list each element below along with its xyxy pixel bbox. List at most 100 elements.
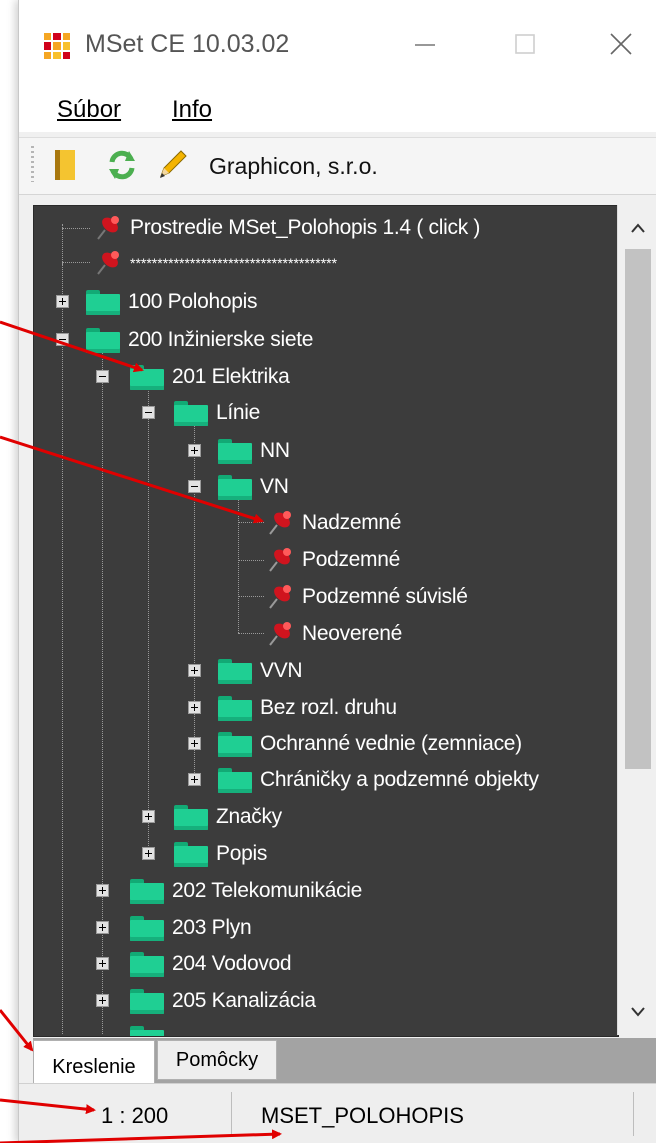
folder-icon bbox=[86, 327, 120, 353]
tree-node-podzemne[interactable]: Podzemné bbox=[264, 543, 400, 577]
tree-node-label: Neoverené bbox=[302, 622, 403, 645]
pushpin-icon bbox=[97, 251, 119, 275]
tree-node-100-polohopis[interactable]: 100 Polohopis bbox=[86, 285, 258, 319]
collapse-toggle[interactable] bbox=[188, 480, 201, 493]
tree-node-znacky[interactable]: Značky bbox=[174, 800, 282, 834]
menu-file[interactable]: Súbor bbox=[57, 96, 121, 124]
tree-node-label: Prostredie MSet_Polohopis 1.4 ( click ) bbox=[130, 216, 481, 239]
scroll-down-button[interactable] bbox=[618, 997, 656, 1027]
folder-icon bbox=[174, 400, 208, 426]
tree-node-203-plyn[interactable]: 203 Plyn bbox=[130, 911, 252, 945]
scroll-up-button[interactable] bbox=[618, 213, 656, 243]
pushpin-icon bbox=[97, 216, 119, 240]
tree-node-ochranne-vednie[interactable]: Ochranné vednie (zemniace) bbox=[218, 727, 522, 761]
status-scale[interactable]: 1 : 200 bbox=[101, 1103, 168, 1129]
tree-node-label: Bez rozl. druhu bbox=[260, 696, 397, 719]
folder-icon bbox=[130, 951, 164, 977]
tree-node-201-elektrika[interactable]: 201 Elektrika bbox=[130, 360, 290, 394]
tree-node-label: Nadzemné bbox=[302, 511, 402, 534]
folder-icon bbox=[174, 804, 208, 830]
tree-node-label: 202 Telekomunikácie bbox=[172, 879, 363, 902]
collapse-toggle[interactable] bbox=[142, 406, 155, 419]
minimize-button[interactable] bbox=[389, 18, 461, 70]
refresh-icon[interactable] bbox=[103, 145, 141, 185]
tree-node-204-vodovod[interactable]: 204 Vodovod bbox=[130, 947, 292, 981]
pushpin-icon bbox=[269, 548, 291, 572]
tree-node-label: 200 Inžinierske siete bbox=[128, 328, 314, 351]
tree-node-label: Ochranné vednie (zemniace) bbox=[260, 732, 522, 755]
expand-toggle[interactable] bbox=[188, 664, 201, 677]
toolbar-grip[interactable] bbox=[31, 146, 34, 182]
expand-toggle[interactable] bbox=[96, 921, 109, 934]
expand-toggle[interactable] bbox=[96, 957, 109, 970]
expand-toggle[interactable] bbox=[96, 994, 109, 1007]
tree-node-partial[interactable] bbox=[130, 1021, 164, 1036]
tree-view[interactable]: Prostredie MSet_Polohopis 1.4 ( click ) … bbox=[33, 205, 619, 1037]
scroll-thumb[interactable] bbox=[625, 249, 651, 769]
tree-node-chranicky[interactable]: Chráničky a podzemné objekty bbox=[218, 763, 539, 797]
tree-node-200-inzinierske-siete[interactable]: 200 Inžinierske siete bbox=[86, 323, 313, 357]
tree-node-label: VN bbox=[260, 475, 289, 498]
folder-icon bbox=[218, 438, 252, 464]
tree-line bbox=[62, 264, 63, 1034]
tree-node-popis[interactable]: Popis bbox=[174, 837, 267, 871]
minimize-icon bbox=[415, 44, 435, 46]
collapse-toggle[interactable] bbox=[56, 333, 69, 346]
title-bar[interactable]: MSet CE 10.03.02 bbox=[19, 0, 656, 86]
tree-node-bez-rozl-druhu[interactable]: Bez rozl. druhu bbox=[218, 691, 397, 725]
tree-node-label: NN bbox=[260, 439, 290, 462]
tree-node-nn[interactable]: NN bbox=[218, 434, 290, 468]
tree-line bbox=[238, 498, 239, 633]
tree-node-205-kanalizacia[interactable]: 205 Kanalizácia bbox=[130, 984, 316, 1018]
tab-kreslenie[interactable]: Kreslenie bbox=[33, 1040, 155, 1085]
tree-node-label: Podzemné súvislé bbox=[302, 585, 468, 608]
expand-toggle[interactable] bbox=[188, 701, 201, 714]
menu-file-label: Súbor bbox=[57, 96, 122, 123]
tab-pomocky[interactable]: Pomôcky bbox=[157, 1040, 277, 1080]
tree-node-separator[interactable]: ************************************** bbox=[92, 246, 337, 280]
close-icon bbox=[610, 33, 632, 55]
folder-icon bbox=[130, 988, 164, 1014]
tree-node-202-telekomunikacie[interactable]: 202 Telekomunikácie bbox=[130, 874, 362, 908]
folder-icon bbox=[218, 731, 252, 757]
expand-toggle[interactable] bbox=[188, 773, 201, 786]
folder-icon bbox=[86, 289, 120, 315]
expand-toggle[interactable] bbox=[188, 444, 201, 457]
maximize-button[interactable] bbox=[489, 18, 561, 70]
tree-node-neoverene[interactable]: Neoverené bbox=[264, 617, 402, 651]
expand-toggle[interactable] bbox=[142, 810, 155, 823]
tree-line bbox=[62, 224, 63, 264]
tree-node-label: 205 Kanalizácia bbox=[172, 989, 316, 1012]
expand-toggle[interactable] bbox=[96, 884, 109, 897]
expand-toggle[interactable] bbox=[56, 295, 69, 308]
tree-line bbox=[62, 228, 90, 229]
folder-icon bbox=[218, 767, 252, 793]
tree-line bbox=[238, 633, 264, 634]
tree-line bbox=[238, 522, 264, 523]
tree-node-label: 204 Vodovod bbox=[172, 952, 292, 975]
status-divider bbox=[633, 1092, 634, 1136]
tree-node-linie[interactable]: Línie bbox=[174, 396, 260, 430]
tree-node-label: Chráničky a podzemné objekty bbox=[260, 768, 539, 791]
expand-toggle[interactable] bbox=[188, 737, 201, 750]
tree-node-nadzemne[interactable]: Nadzemné bbox=[264, 506, 401, 540]
collapse-toggle[interactable] bbox=[96, 370, 109, 383]
chevron-down-icon bbox=[631, 1007, 645, 1017]
expand-toggle[interactable] bbox=[142, 847, 155, 860]
open-book-icon[interactable] bbox=[47, 145, 85, 185]
pushpin-icon bbox=[269, 622, 291, 646]
tree-node-vn[interactable]: VN bbox=[218, 470, 289, 504]
folder-icon bbox=[218, 658, 252, 684]
close-button[interactable] bbox=[585, 18, 656, 70]
tree-node-label: Línie bbox=[216, 401, 261, 424]
window-title: MSet CE 10.03.02 bbox=[85, 30, 290, 58]
pencil-icon[interactable] bbox=[153, 145, 191, 185]
status-divider bbox=[231, 1092, 232, 1136]
tree-node-podzemne-suvisle[interactable]: Podzemné súvislé bbox=[264, 580, 468, 614]
tree-node-label: 100 Polohopis bbox=[128, 290, 258, 313]
folder-icon bbox=[130, 915, 164, 941]
tree-node-environment[interactable]: Prostredie MSet_Polohopis 1.4 ( click ) bbox=[92, 211, 480, 245]
menu-info[interactable]: Info bbox=[172, 96, 212, 124]
tree-node-vvn[interactable]: VVN bbox=[218, 654, 303, 688]
tree-scrollbar[interactable] bbox=[617, 205, 656, 1035]
